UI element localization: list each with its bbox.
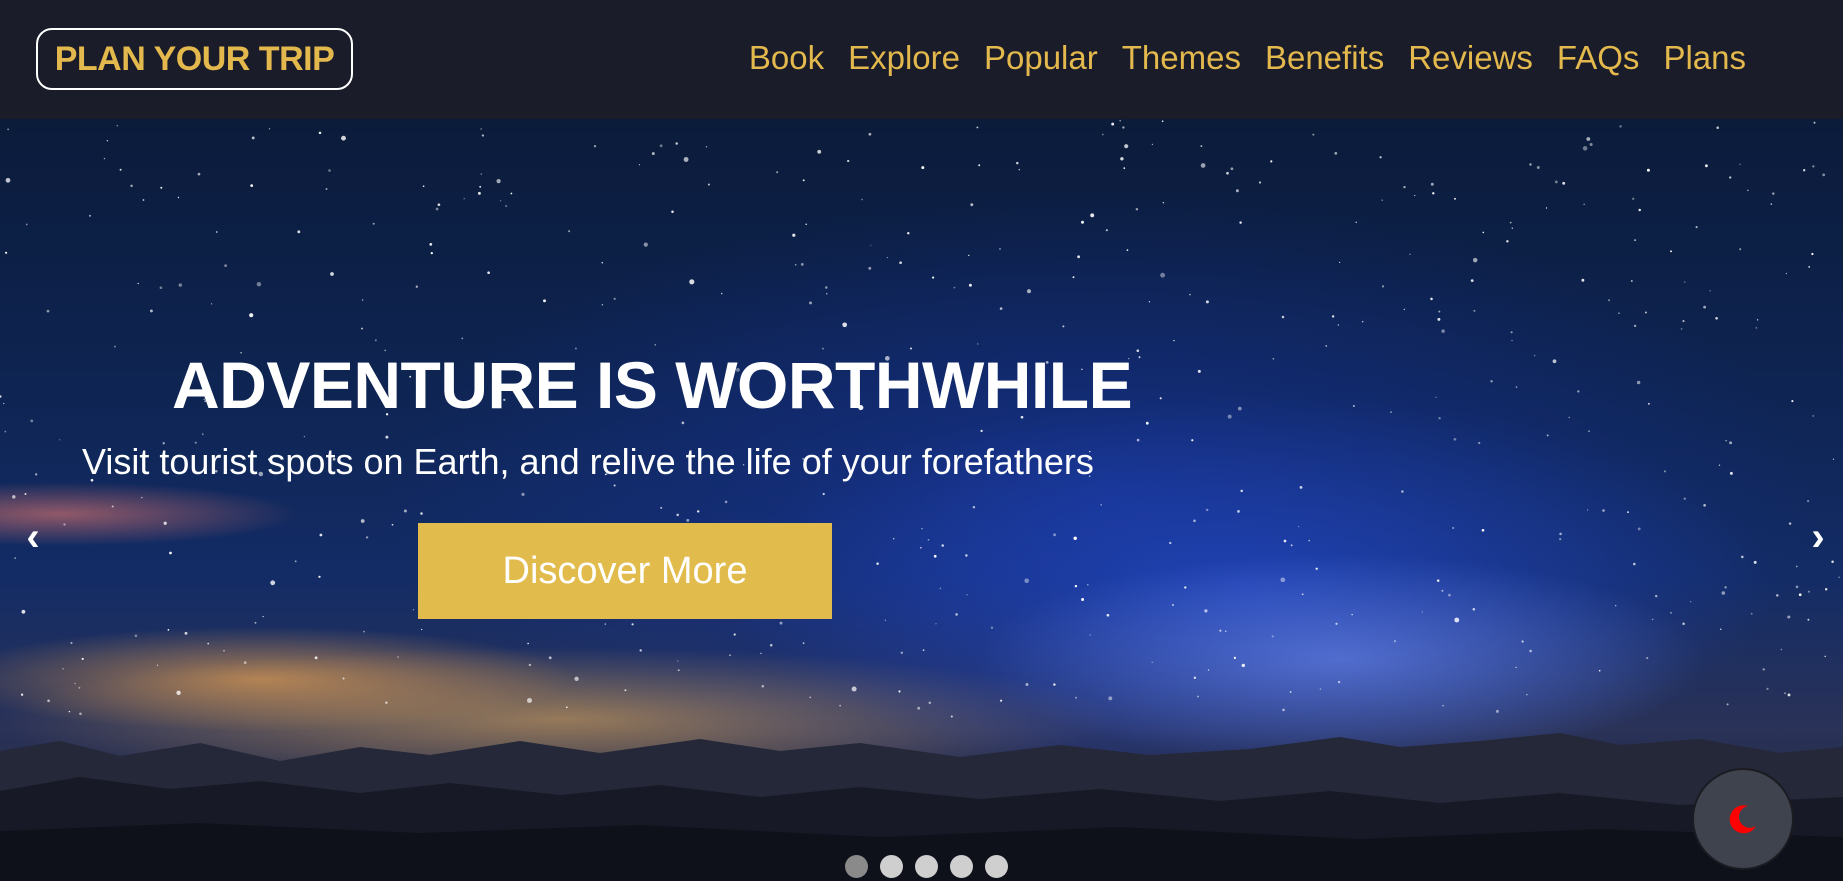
nav-links: Book Explore Popular Themes Benefits Rev… (737, 33, 1758, 83)
hero-title: ADVENTURE IS WORTHWHILE (172, 348, 1133, 422)
carousel-indicators (845, 855, 1008, 878)
theme-toggle-button[interactable] (1692, 768, 1794, 870)
hero-carousel: ADVENTURE IS WORTHWHILE Visit tourist sp… (0, 119, 1843, 881)
nav-link-plans[interactable]: Plans (1651, 39, 1758, 77)
nav-link-book[interactable]: Book (737, 39, 836, 77)
carousel-next-arrow[interactable]: › (1803, 515, 1833, 560)
hero-subtitle: Visit tourist spots on Earth, and relive… (82, 441, 1094, 482)
moon-icon (1729, 805, 1756, 834)
nav-link-faqs[interactable]: FAQs (1545, 39, 1652, 77)
nav-link-benefits[interactable]: Benefits (1253, 39, 1396, 77)
carousel-dot[interactable] (845, 855, 868, 878)
carousel-dot[interactable] (880, 855, 903, 878)
nav-link-popular[interactable]: Popular (972, 39, 1110, 77)
nav-link-themes[interactable]: Themes (1110, 39, 1253, 77)
discover-more-button[interactable]: Discover More (418, 523, 832, 619)
mountain-silhouette (0, 733, 1843, 881)
navbar: PLAN YOUR TRIP Book Explore Popular Them… (0, 0, 1843, 119)
carousel-prev-arrow[interactable]: ‹ (18, 515, 48, 560)
logo-button[interactable]: PLAN YOUR TRIP (36, 28, 353, 90)
nav-link-explore[interactable]: Explore (836, 39, 972, 77)
carousel-dot[interactable] (915, 855, 938, 878)
carousel-dot[interactable] (985, 855, 1008, 878)
carousel-dot[interactable] (950, 855, 973, 878)
nav-link-reviews[interactable]: Reviews (1396, 39, 1545, 77)
